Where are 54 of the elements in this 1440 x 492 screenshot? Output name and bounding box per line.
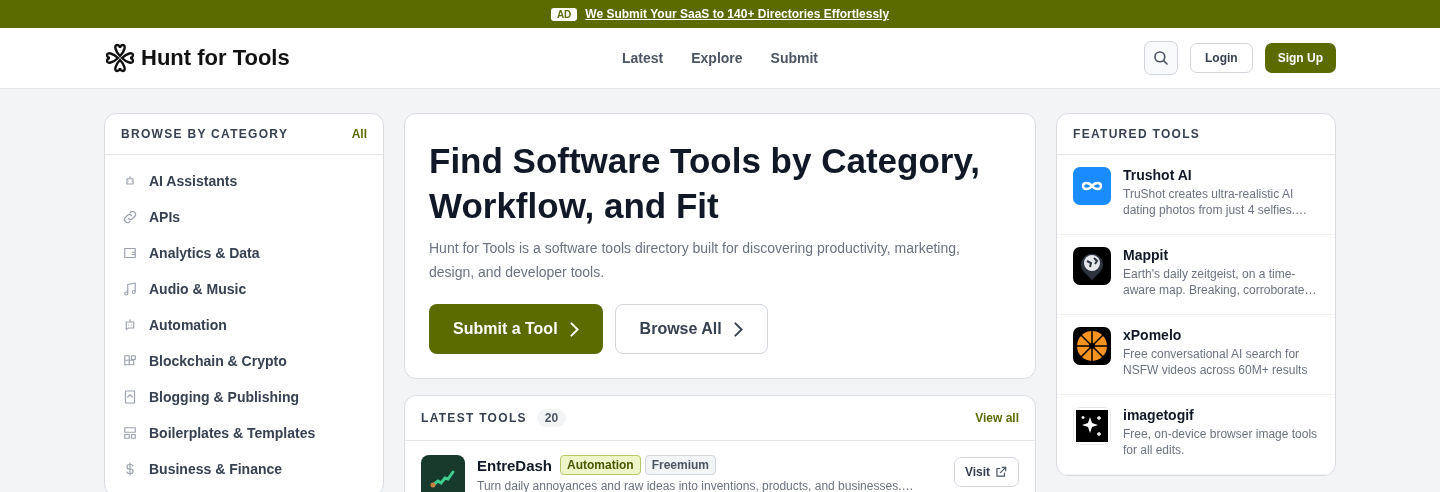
submit-tool-button[interactable]: Submit a Tool <box>429 304 603 354</box>
category-item[interactable]: AI Assistants <box>105 163 383 199</box>
category-item[interactable]: Automation <box>105 307 383 343</box>
tool-description: TruShot creates ultra-realistic AI dating photos from just 4 selfies.… <box>1123 186 1309 218</box>
category-item[interactable]: Boilerplates & Templates <box>105 415 383 451</box>
category-icon <box>121 208 139 226</box>
tool-name[interactable]: Mappit <box>1123 247 1323 263</box>
nav-link[interactable]: Latest <box>621 50 664 66</box>
category-icon <box>121 280 139 298</box>
tool-logo-icon <box>1073 327 1111 365</box>
tool-logo-icon <box>421 455 465 492</box>
tool-description: Free conversational AI search for NSFW videos across 60M+ results <box>1123 346 1309 378</box>
all-link[interactable]: All <box>351 127 367 141</box>
nav-link[interactable]: Explore <box>691 50 743 66</box>
tool-logo-icon <box>1073 167 1111 205</box>
tool-description: Turn daily annoyances and raw ideas into inventions, products, and businesses.… <box>477 479 915 492</box>
tool-tag: Freemium <box>644 455 717 475</box>
tool-description: Free, on-device browser image tools for all edits. <box>1123 426 1319 458</box>
nav-link[interactable]: Submit <box>770 50 818 66</box>
hero-title: Find Software Tools by Category, Workflow, and Fit <box>429 140 981 227</box>
view-all-link[interactable]: View all <box>975 411 1019 425</box>
login-button[interactable]: Login <box>1190 43 1253 73</box>
chevron-right-icon <box>733 321 743 337</box>
tool-name[interactable]: EntreDash <box>477 456 553 474</box>
brand-name[interactable]: Hunt for Tools <box>141 45 290 71</box>
tool-logo-icon <box>1073 407 1111 445</box>
external-link-icon <box>994 465 1008 479</box>
card-title: BROWSE BY CATEGORY <box>121 127 289 141</box>
clover-logo-icon[interactable] <box>104 42 136 74</box>
chevron-right-icon <box>569 321 579 337</box>
tool-name[interactable]: imagetogif <box>1123 407 1323 423</box>
category-icon <box>121 424 139 442</box>
ad-badge: AD <box>550 7 578 21</box>
ad-link[interactable]: We Submit Your SaaS to 140+ Directories Effortlessly <box>585 7 890 21</box>
tool-description: Earth's daily zeitgeist, on a time-aware map. Breaking, corroborate… <box>1123 266 1318 298</box>
category-item[interactable]: Blockchain & Crypto <box>105 343 383 379</box>
search-button[interactable] <box>1144 41 1178 75</box>
tool-name[interactable]: Trushot AI <box>1123 167 1323 183</box>
search-icon <box>1152 49 1170 67</box>
count-badge: 20 <box>536 409 567 427</box>
card-title: LATEST TOOLS <box>421 411 527 425</box>
visit-button[interactable]: Visit <box>953 457 1019 487</box>
category-item[interactable]: Analytics & Data <box>105 235 383 271</box>
tool-logo-icon <box>1073 247 1111 285</box>
category-item[interactable]: APIs <box>105 199 383 235</box>
category-item[interactable]: Business & Finance <box>105 451 383 487</box>
category-item[interactable]: Blogging & Publishing <box>105 379 383 415</box>
browse-all-button[interactable]: Browse All <box>614 304 768 354</box>
hero-description: Hunt for Tools is a software tools directory built for discovering productivity, marketing, design, and developer tools. <box>429 239 961 282</box>
tool-tag: Automation <box>560 455 641 475</box>
category-item[interactable]: Audio & Music <box>105 271 383 307</box>
tool-name[interactable]: xPomelo <box>1123 327 1323 343</box>
card-title: FEATURED TOOLS <box>1073 127 1201 141</box>
signup-button[interactable]: Sign Up <box>1264 43 1336 73</box>
